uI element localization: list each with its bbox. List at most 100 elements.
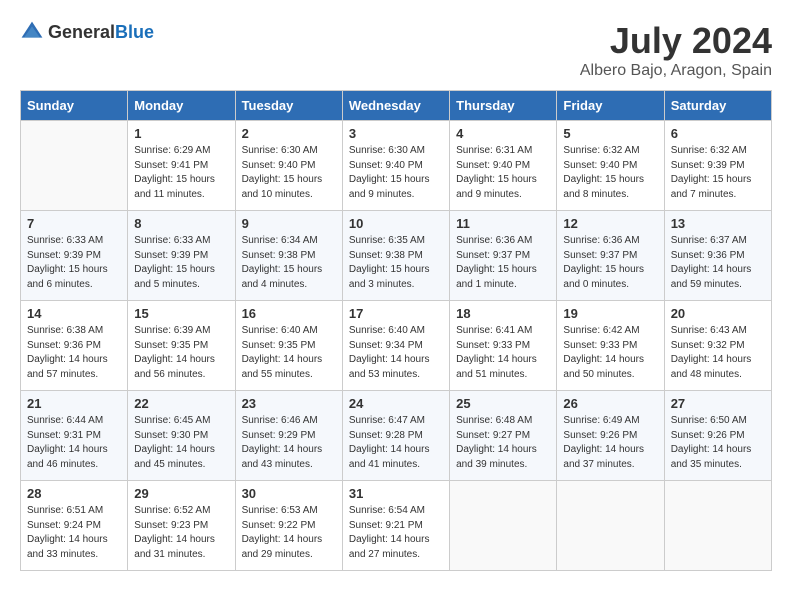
day-info: Sunrise: 6:53 AM Sunset: 9:22 PM Dayligh… [242, 504, 336, 562]
calendar-cell [664, 481, 771, 571]
day-number: 14 [27, 306, 121, 321]
calendar-cell: 4Sunrise: 6:31 AM Sunset: 9:40 PM Daylig… [450, 121, 557, 211]
calendar-cell: 1 Sunrise: 6:29 AM Sunset: 9:41 PM Daylig… [128, 121, 235, 211]
calendar-cell: 21Sunrise: 6:44 AM Sunset: 9:31 PM Dayli… [21, 391, 128, 481]
day-info: Sunrise: 6:36 AM Sunset: 9:37 PM Dayligh… [563, 234, 657, 292]
day-number: 3 [349, 126, 443, 141]
day-number: 8 [134, 216, 228, 231]
calendar-cell: 25Sunrise: 6:48 AM Sunset: 9:27 PM Dayli… [450, 391, 557, 481]
day-info: Sunrise: 6:32 AM Sunset: 9:40 PM Dayligh… [563, 144, 657, 202]
day-number: 17 [349, 306, 443, 321]
calendar-cell [450, 481, 557, 571]
calendar-header-row: SundayMondayTuesdayWednesdayThursdayFrid… [21, 91, 772, 121]
day-info: Sunrise: 6:34 AM Sunset: 9:38 PM Dayligh… [242, 234, 336, 292]
day-number: 20 [671, 306, 765, 321]
day-info: Sunrise: 6:35 AM Sunset: 9:38 PM Dayligh… [349, 234, 443, 292]
day-number: 23 [242, 396, 336, 411]
calendar-table: SundayMondayTuesdayWednesdayThursdayFrid… [20, 90, 772, 571]
calendar-cell: 6 Sunrise: 6:32 AM Sunset: 9:39 PM Daylig… [664, 121, 771, 211]
calendar-cell: 14 Sunrise: 6:38 AM Sunset: 9:36 PM Dayli… [21, 301, 128, 391]
day-number: 4 [456, 126, 550, 141]
day-number: 30 [242, 486, 336, 501]
calendar-cell: 16Sunrise: 6:40 AM Sunset: 9:35 PM Dayli… [235, 301, 342, 391]
day-number: 21 [27, 396, 121, 411]
day-info: Sunrise: 6:41 AM Sunset: 9:33 PM Dayligh… [456, 324, 550, 382]
day-number: 28 [27, 486, 121, 501]
weekday-header: Friday [557, 91, 664, 121]
calendar-cell: 17 Sunrise: 6:40 AM Sunset: 9:34 PM Dayli… [342, 301, 449, 391]
calendar-cell: 28 Sunrise: 6:51 AM Sunset: 9:24 PM Dayli… [21, 481, 128, 571]
calendar-cell: 3Sunrise: 6:30 AM Sunset: 9:40 PM Daylig… [342, 121, 449, 211]
logo: GeneralBlue [20, 20, 154, 44]
weekday-header: Saturday [664, 91, 771, 121]
calendar-week-row: 7 Sunrise: 6:33 AM Sunset: 9:39 PM Daylig… [21, 211, 772, 301]
day-info: Sunrise: 6:43 AM Sunset: 9:32 PM Dayligh… [671, 324, 765, 382]
day-number: 19 [563, 306, 657, 321]
day-info: Sunrise: 6:42 AM Sunset: 9:33 PM Dayligh… [563, 324, 657, 382]
day-info: Sunrise: 6:46 AM Sunset: 9:29 PM Dayligh… [242, 414, 336, 472]
day-info: Sunrise: 6:40 AM Sunset: 9:34 PM Dayligh… [349, 324, 443, 382]
calendar-cell: 13 Sunrise: 6:37 AM Sunset: 9:36 PM Dayli… [664, 211, 771, 301]
month-title: July 2024 [580, 20, 772, 62]
day-info: Sunrise: 6:30 AM Sunset: 9:40 PM Dayligh… [242, 144, 336, 202]
calendar-cell: 9 Sunrise: 6:34 AM Sunset: 9:38 PM Daylig… [235, 211, 342, 301]
calendar-cell: 27 Sunrise: 6:50 AM Sunset: 9:26 PM Dayli… [664, 391, 771, 481]
day-info: Sunrise: 6:47 AM Sunset: 9:28 PM Dayligh… [349, 414, 443, 472]
day-number: 11 [456, 216, 550, 231]
day-number: 5 [563, 126, 657, 141]
day-info: Sunrise: 6:40 AM Sunset: 9:35 PM Dayligh… [242, 324, 336, 382]
calendar-cell: 30 Sunrise: 6:53 AM Sunset: 9:22 PM Dayli… [235, 481, 342, 571]
day-info: Sunrise: 6:37 AM Sunset: 9:36 PM Dayligh… [671, 234, 765, 292]
calendar-cell: 15Sunrise: 6:39 AM Sunset: 9:35 PM Dayli… [128, 301, 235, 391]
calendar-cell: 18 Sunrise: 6:41 AM Sunset: 9:33 PM Dayli… [450, 301, 557, 391]
day-number: 27 [671, 396, 765, 411]
day-number: 22 [134, 396, 228, 411]
day-info: Sunrise: 6:45 AM Sunset: 9:30 PM Dayligh… [134, 414, 228, 472]
logo-blue: Blue [115, 22, 154, 42]
day-info: Sunrise: 6:38 AM Sunset: 9:36 PM Dayligh… [27, 324, 121, 382]
calendar-cell [21, 121, 128, 211]
calendar-cell: 29Sunrise: 6:52 AM Sunset: 9:23 PM Dayli… [128, 481, 235, 571]
day-number: 18 [456, 306, 550, 321]
day-number: 24 [349, 396, 443, 411]
logo-text: GeneralBlue [48, 22, 154, 43]
calendar-cell: 26Sunrise: 6:49 AM Sunset: 9:26 PM Dayli… [557, 391, 664, 481]
calendar-cell: 7Sunrise: 6:33 AM Sunset: 9:39 PM Daylig… [21, 211, 128, 301]
day-number: 2 [242, 126, 336, 141]
day-info: Sunrise: 6:51 AM Sunset: 9:24 PM Dayligh… [27, 504, 121, 562]
weekday-header: Sunday [21, 91, 128, 121]
calendar-cell: 12 Sunrise: 6:36 AM Sunset: 9:37 PM Dayli… [557, 211, 664, 301]
day-info: Sunrise: 6:29 AM Sunset: 9:41 PM Dayligh… [134, 144, 228, 202]
weekday-header: Wednesday [342, 91, 449, 121]
day-info: Sunrise: 6:50 AM Sunset: 9:26 PM Dayligh… [671, 414, 765, 472]
calendar-week-row: 21Sunrise: 6:44 AM Sunset: 9:31 PM Dayli… [21, 391, 772, 481]
day-info: Sunrise: 6:48 AM Sunset: 9:27 PM Dayligh… [456, 414, 550, 472]
day-number: 15 [134, 306, 228, 321]
logo-icon [20, 20, 44, 44]
day-info: Sunrise: 6:32 AM Sunset: 9:39 PM Dayligh… [671, 144, 765, 202]
calendar-cell: 22 Sunrise: 6:45 AM Sunset: 9:30 PM Dayli… [128, 391, 235, 481]
calendar-cell: 31Sunrise: 6:54 AM Sunset: 9:21 PM Dayli… [342, 481, 449, 571]
day-number: 12 [563, 216, 657, 231]
calendar-cell: 11Sunrise: 6:36 AM Sunset: 9:37 PM Dayli… [450, 211, 557, 301]
calendar-body: 1 Sunrise: 6:29 AM Sunset: 9:41 PM Daylig… [21, 121, 772, 571]
calendar-week-row: 14 Sunrise: 6:38 AM Sunset: 9:36 PM Dayli… [21, 301, 772, 391]
day-number: 6 [671, 126, 765, 141]
calendar-week-row: 28 Sunrise: 6:51 AM Sunset: 9:24 PM Dayli… [21, 481, 772, 571]
logo-general: General [48, 22, 115, 42]
day-number: 9 [242, 216, 336, 231]
calendar-cell: 10 Sunrise: 6:35 AM Sunset: 9:38 PM Dayli… [342, 211, 449, 301]
weekday-header: Thursday [450, 91, 557, 121]
weekday-header: Monday [128, 91, 235, 121]
day-info: Sunrise: 6:33 AM Sunset: 9:39 PM Dayligh… [134, 234, 228, 292]
calendar-cell: 23 Sunrise: 6:46 AM Sunset: 9:29 PM Dayli… [235, 391, 342, 481]
day-number: 13 [671, 216, 765, 231]
day-number: 31 [349, 486, 443, 501]
calendar-cell: 20 Sunrise: 6:43 AM Sunset: 9:32 PM Dayli… [664, 301, 771, 391]
calendar-cell: 19 Sunrise: 6:42 AM Sunset: 9:33 PM Dayli… [557, 301, 664, 391]
day-number: 10 [349, 216, 443, 231]
weekday-header: Tuesday [235, 91, 342, 121]
location-title: Albero Bajo, Aragon, Spain [580, 62, 772, 80]
day-number: 1 [134, 126, 228, 141]
day-number: 7 [27, 216, 121, 231]
